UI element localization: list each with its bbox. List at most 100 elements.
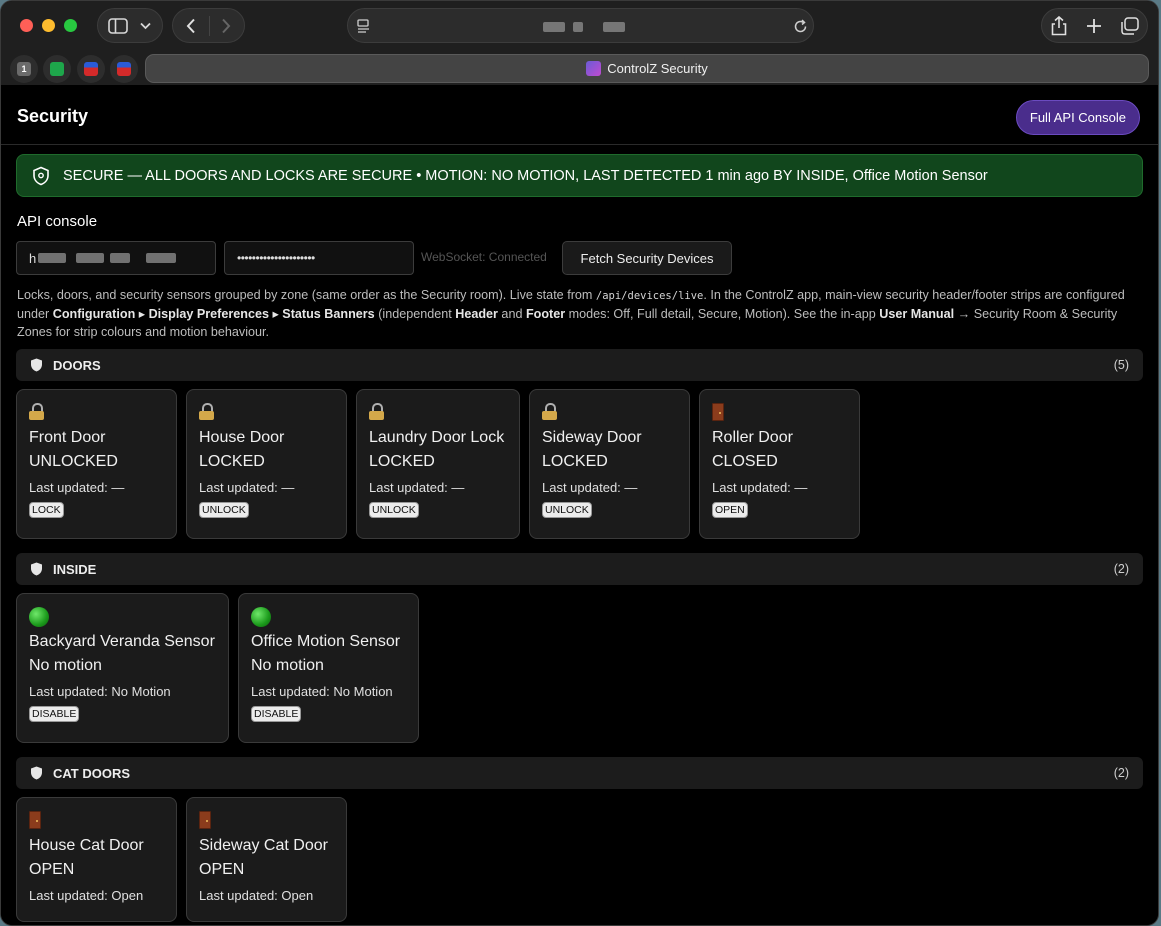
pinned-tab[interactable] [110,55,138,83]
shield-icon [31,562,42,576]
device-state: OPEN [29,861,75,878]
zoom-window-button[interactable] [64,19,77,32]
tab-strip: 1 ControlZ Security [1,51,1158,85]
redacted-url [573,22,583,32]
api-endpoint: /api/devices/live [595,290,704,302]
door-icon [29,811,41,829]
share-icon[interactable] [1050,16,1068,36]
page-header: Security Full API Console [1,85,1158,145]
zone-name: INSIDE [53,561,97,577]
browser-toolbar [1,1,1158,51]
browser-window: 1 ControlZ Security Security Full API Co… [0,0,1159,926]
console-description: Locks, doors, and security sensors group… [17,288,1125,339]
device-state: LOCKED [369,453,435,470]
chevron-down-icon[interactable] [140,22,151,30]
fetch-security-devices-button[interactable]: Fetch Security Devices [562,241,732,275]
device-card-backyard-veranda-sensor: Backyard Veranda Sensor No motion Last u… [16,593,229,743]
device-name: Backyard Veranda Sensor [29,633,215,650]
tab-title: ControlZ Security [607,61,708,76]
device-card-sideway-door: Sideway Door LOCKED Last updated: — UNLO… [529,389,690,539]
lock-icon [199,403,214,420]
pinned-tab[interactable]: 1 [10,55,38,83]
redacted-url [110,253,131,263]
device-name: House Door [199,429,285,446]
pinned-tab[interactable] [77,55,105,83]
door-icon [712,403,724,421]
websocket-status: WebSocket: Connected [421,250,547,264]
forward-icon[interactable] [220,18,232,34]
redacted-url [38,253,67,263]
page-title: Security [17,106,89,126]
unlock-button[interactable]: UNLOCK [369,502,419,518]
device-card-house-door: House Door LOCKED Last updated: — UNLOCK [186,389,347,539]
sidebar-icon [108,18,128,34]
device-card-house-cat-door: House Cat Door OPEN Last updated: Open [16,797,177,922]
lock-icon [542,403,557,420]
security-status-banner: SECURE — ALL DOORS AND LOCKS ARE SECURE … [16,154,1143,197]
green-circle-icon [251,607,271,627]
zone-name: DOORS [53,357,101,373]
tab-favicon [586,61,602,76]
device-name: Sideway Cat Door [199,837,328,854]
device-card-roller-door: Roller Door CLOSED Last updated: — OPEN [699,389,860,539]
device-name: Sideway Door [542,429,642,446]
sidebar-toggle-button[interactable] [97,8,163,43]
device-name: Laundry Door Lock [369,429,505,446]
device-card-laundry-door-lock: Laundry Door Lock LOCKED Last updated: —… [356,389,520,539]
device-state: LOCKED [199,453,265,470]
unlock-button[interactable]: UNLOCK [542,502,592,518]
reload-icon[interactable] [793,19,808,34]
device-last-updated: Last updated: — [542,480,638,495]
device-last-updated: Last updated: Open [199,888,314,903]
device-state: LOCKED [542,453,608,470]
back-icon[interactable] [185,18,197,34]
device-last-updated: Last updated: — [29,480,125,495]
page-content: Security Full API Console SECURE — ALL D… [1,85,1158,925]
device-state: UNLOCKED [29,453,118,470]
device-state: CLOSED [712,453,778,470]
tab-overview-icon[interactable] [1120,17,1139,35]
zone-name: CAT DOORS [53,765,131,781]
redacted-url [146,253,177,263]
zone-header-inside[interactable]: INSIDE (2) [16,553,1143,585]
device-last-updated: Last updated: — [369,480,465,495]
zone-header-cat-doors[interactable]: CAT DOORS (2) [16,757,1143,789]
user-manual-link: User Manual [879,307,955,321]
device-name: Roller Door [712,429,793,446]
close-window-button[interactable] [20,19,33,32]
green-circle-icon [29,607,49,627]
new-tab-icon[interactable] [1086,18,1102,34]
pinned-tab[interactable] [43,55,71,83]
minimize-window-button[interactable] [42,19,55,32]
pinned-tab-favicon: 1 [17,62,31,76]
full-api-console-button[interactable]: Full API Console [1015,100,1140,135]
address-bar[interactable] [347,8,814,43]
device-name: House Cat Door [29,837,144,854]
page-menu-icon[interactable] [357,19,371,33]
unlock-button[interactable]: UNLOCK [199,502,249,518]
disable-button[interactable]: DISABLE [29,706,80,722]
banner-text: SECURE — ALL DOORS AND LOCKS ARE SECURE … [63,167,988,184]
active-tab[interactable]: ControlZ Security [145,54,1149,83]
navigation-buttons [172,8,245,43]
disable-button[interactable]: DISABLE [251,706,302,722]
shield-check-icon [33,166,49,185]
api-url-prefix: h [29,250,37,266]
door-icon [199,811,211,829]
open-button[interactable]: OPEN [712,502,748,518]
api-token-field[interactable]: ••••••••••••••••••••• [224,241,414,275]
pinned-tab-favicon [84,62,98,76]
api-console-heading: API console [17,213,98,230]
device-card-sideway-cat-door: Sideway Cat Door OPEN Last updated: Open [186,797,347,922]
lock-icon [29,403,44,420]
zone-header-doors[interactable]: DOORS (5) [16,349,1143,381]
lock-button[interactable]: LOCK [29,502,64,518]
toolbar-actions [1041,8,1148,43]
device-name: Office Motion Sensor [251,633,401,650]
pinned-tab-favicon [117,62,131,76]
api-url-field[interactable]: h [16,241,216,275]
zone-count: (5) [1113,358,1129,372]
device-card-front-door: Front Door UNLOCKED Last updated: — LOCK [16,389,177,539]
zone-count: (2) [1113,562,1129,576]
redacted-url [603,22,625,32]
